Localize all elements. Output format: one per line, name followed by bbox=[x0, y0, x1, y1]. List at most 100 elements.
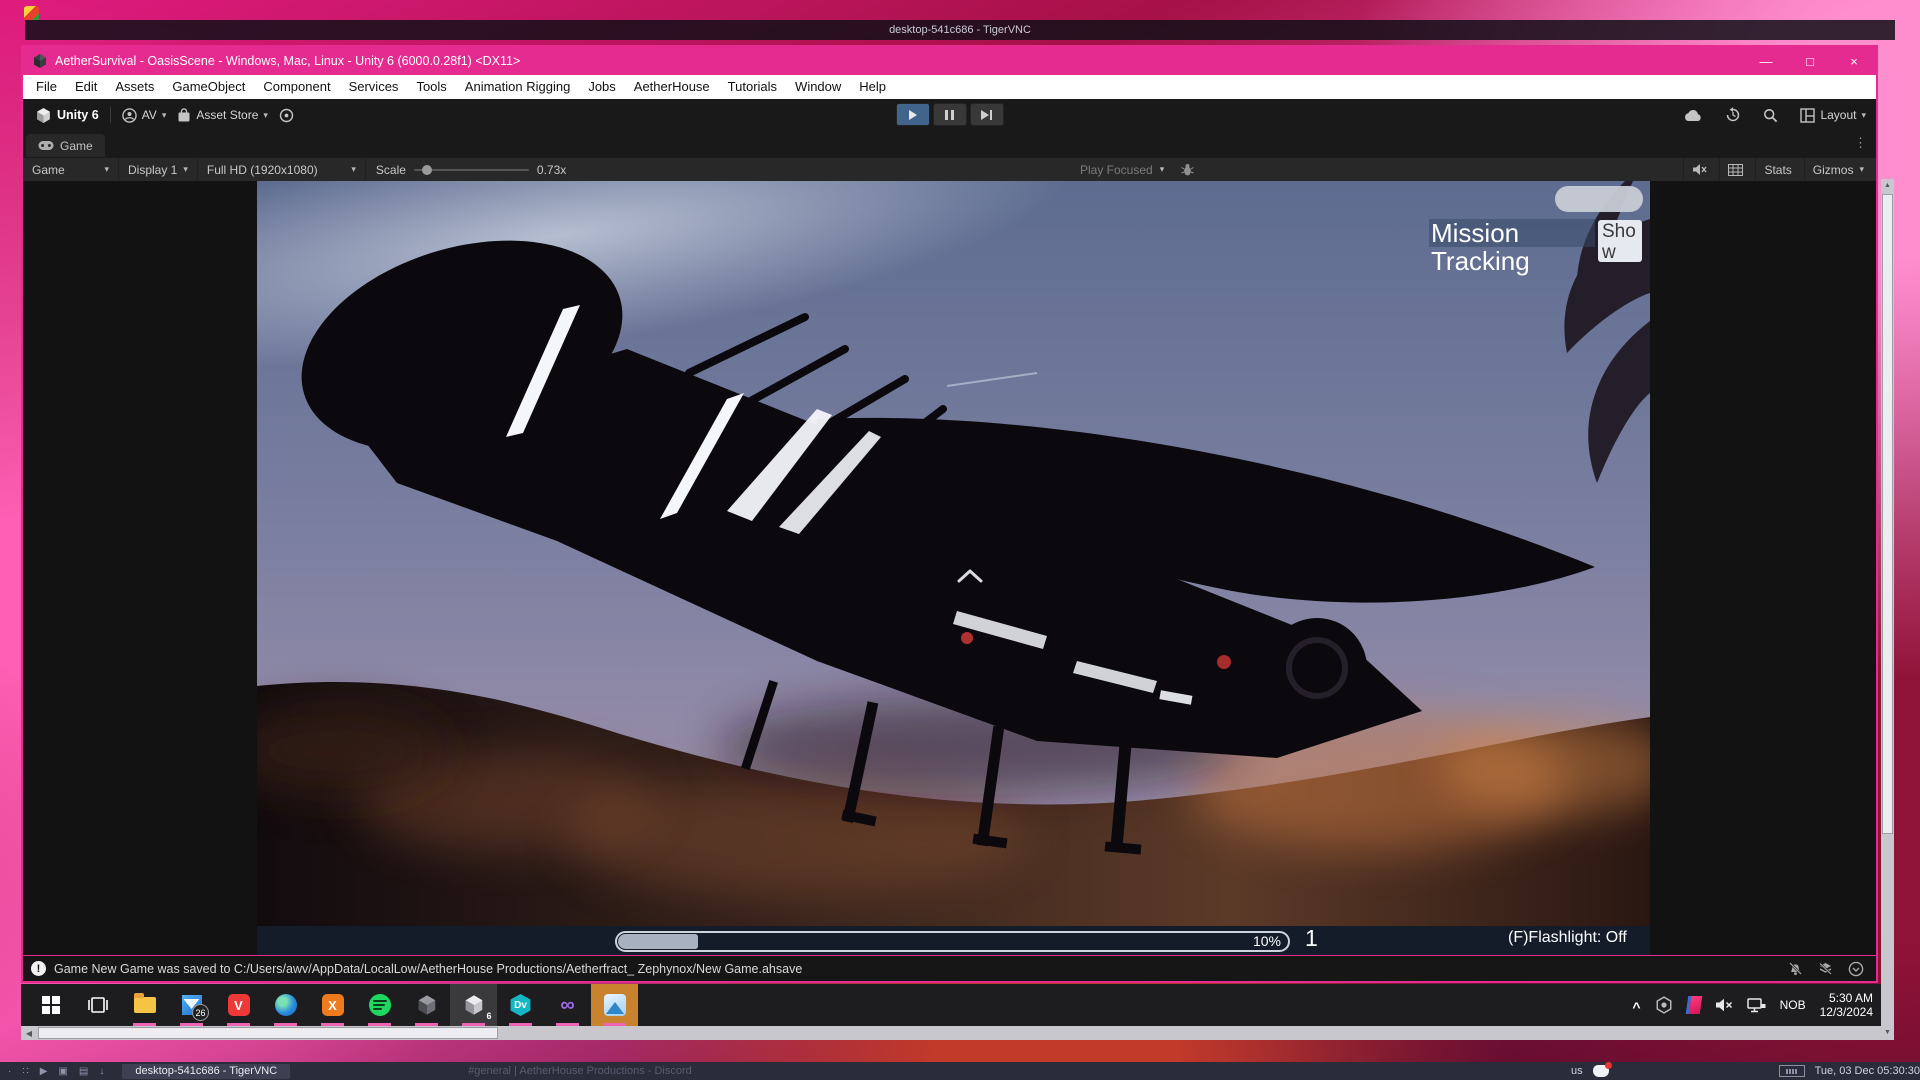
scroll-left-icon[interactable]: ◀ bbox=[21, 1029, 37, 1038]
start-button[interactable] bbox=[27, 984, 74, 1026]
menu-edit[interactable]: Edit bbox=[66, 75, 106, 99]
tab-overflow-menu[interactable]: ⋮ bbox=[1854, 135, 1867, 151]
menu-tools[interactable]: Tools bbox=[407, 75, 455, 99]
task-view-button[interactable] bbox=[74, 984, 121, 1026]
history-icon[interactable] bbox=[1725, 107, 1741, 123]
vertical-scrollbar[interactable]: ▲ ▼ bbox=[1881, 179, 1894, 1040]
panel-task-tigervnc[interactable]: desktop-541c686 - TigerVNC bbox=[122, 1064, 290, 1079]
unity-hub-icon bbox=[416, 994, 438, 1016]
horizontal-scrollbar-thumb[interactable] bbox=[38, 1027, 498, 1039]
mail-unread-badge: 26 bbox=[192, 1004, 209, 1021]
scale-slider[interactable] bbox=[414, 169, 529, 171]
panel-icon-3[interactable]: ▶ bbox=[40, 1066, 48, 1077]
taskbar-edge[interactable] bbox=[262, 984, 309, 1026]
panel-language[interactable]: us bbox=[1571, 1065, 1583, 1077]
resolution-dropdown[interactable]: Full HD (1920x1080) ▾ bbox=[198, 158, 366, 181]
cache-layers-icon[interactable] bbox=[1818, 961, 1833, 976]
minimize-button[interactable]: — bbox=[1744, 47, 1788, 75]
panel-task-discord[interactable]: #general | AetherHouse Productions - Dis… bbox=[468, 1065, 692, 1077]
console-message-icon[interactable]: ! bbox=[31, 961, 46, 976]
taskbar-mail[interactable]: 26 bbox=[168, 984, 215, 1026]
status-message[interactable]: Game New Game was saved to C:/Users/awv/… bbox=[54, 962, 802, 976]
menu-jobs[interactable]: Jobs bbox=[579, 75, 624, 99]
status-circle-icon[interactable] bbox=[279, 108, 294, 123]
tray-clock[interactable]: 5:30 AM 12/3/2024 bbox=[1820, 991, 1873, 1019]
menu-assets[interactable]: Assets bbox=[106, 75, 163, 99]
mute-audio-button[interactable] bbox=[1683, 158, 1715, 181]
panel-icon-1[interactable]: · bbox=[8, 1066, 11, 1077]
tray-volume-muted-icon[interactable] bbox=[1715, 998, 1733, 1012]
taskbar-devops[interactable]: Dv bbox=[497, 984, 544, 1026]
unity-window: AetherSurvival - OasisScene - Windows, M… bbox=[21, 45, 1878, 983]
desktop: desktop-541c686 - TigerVNC AetherSurviva… bbox=[0, 0, 1920, 1080]
menu-aetherhouse[interactable]: AetherHouse bbox=[625, 75, 719, 99]
panel-icon-2[interactable]: ∷ bbox=[22, 1066, 28, 1077]
taskbar-file-explorer[interactable] bbox=[121, 984, 168, 1026]
hud-counter: 1 bbox=[1305, 925, 1318, 952]
account-dropdown[interactable]: AV ▾ bbox=[122, 108, 167, 123]
menu-component[interactable]: Component bbox=[254, 75, 339, 99]
taskbar-unity-hub[interactable] bbox=[403, 984, 450, 1026]
panel-icon-4[interactable]: ▣ bbox=[58, 1066, 67, 1077]
vnc-title-strip: desktop-541c686 - TigerVNC bbox=[25, 20, 1895, 40]
windows-logo-icon bbox=[42, 996, 60, 1014]
asset-store-button[interactable]: Asset Store ▾ bbox=[177, 108, 268, 123]
taskbar-xampp[interactable]: X bbox=[309, 984, 356, 1026]
panel-clock[interactable]: Tue, 03 Dec 05:30:30 bbox=[1815, 1065, 1920, 1077]
spotify-icon bbox=[369, 994, 391, 1016]
play-button[interactable] bbox=[896, 103, 930, 126]
bug-icon[interactable] bbox=[1181, 163, 1194, 177]
tray-expand-button[interactable]: ^ bbox=[1632, 999, 1640, 1015]
visual-studio-icon: ∞ bbox=[560, 995, 574, 1015]
main-toolbar: Unity 6 AV ▾ Asset Store ▾ bbox=[23, 99, 1876, 131]
maximize-button[interactable]: □ bbox=[1788, 47, 1832, 75]
menu-help[interactable]: Help bbox=[850, 75, 895, 99]
taskbar-unity-editor[interactable]: 6 bbox=[450, 984, 497, 1026]
game-render[interactable]: Mission Tracking Show 10% 1 (F)Flashligh… bbox=[257, 181, 1650, 955]
activity-progress-icon[interactable] bbox=[1848, 961, 1864, 977]
play-focused-dropdown[interactable]: Play Focused ▾ bbox=[1080, 163, 1194, 177]
grid-toggle-button[interactable] bbox=[1719, 158, 1751, 181]
menu-file[interactable]: File bbox=[27, 75, 66, 99]
menu-gameobject[interactable]: GameObject bbox=[163, 75, 254, 99]
menu-window[interactable]: Window bbox=[786, 75, 850, 99]
menu-services[interactable]: Services bbox=[340, 75, 408, 99]
game-view-toolbar: Game ▾ Display 1 ▾ Full HD (1920x1080) ▾… bbox=[23, 157, 1876, 181]
menu-animation-rigging[interactable]: Animation Rigging bbox=[456, 75, 580, 99]
pause-button[interactable] bbox=[933, 103, 967, 126]
vertical-scrollbar-thumb[interactable] bbox=[1882, 194, 1893, 834]
layout-dropdown[interactable]: Layout ▾ bbox=[1800, 108, 1866, 123]
step-button[interactable] bbox=[970, 103, 1004, 126]
taskbar-visual-studio[interactable]: ∞ bbox=[544, 984, 591, 1026]
flashlight-status: (F)Flashlight: Off bbox=[1508, 929, 1627, 947]
chevron-down-icon: ▾ bbox=[104, 164, 109, 175]
scroll-down-icon[interactable]: ▼ bbox=[1881, 1026, 1894, 1040]
tray-pink-app-icon[interactable] bbox=[1685, 996, 1702, 1014]
stats-toggle[interactable]: Stats bbox=[1755, 158, 1799, 181]
mission-show-button[interactable]: Show bbox=[1598, 220, 1642, 262]
tray-unity-hub-icon[interactable] bbox=[1655, 996, 1673, 1014]
scale-slider-knob[interactable] bbox=[422, 165, 432, 175]
panel-tray-indicator[interactable] bbox=[1779, 1065, 1805, 1077]
notifications-muted-icon[interactable] bbox=[1788, 961, 1803, 976]
discord-tray-icon[interactable] bbox=[1593, 1065, 1609, 1077]
scroll-up-icon[interactable]: ▲ bbox=[1881, 179, 1894, 193]
game-view-mode-dropdown[interactable]: Game ▾ bbox=[23, 158, 119, 181]
taskbar-vivaldi[interactable]: V bbox=[215, 984, 262, 1026]
devops-icon: Dv bbox=[510, 994, 532, 1016]
tray-language[interactable]: NOB bbox=[1780, 998, 1806, 1012]
display-dropdown[interactable]: Display 1 ▾ bbox=[119, 158, 198, 181]
cloud-icon[interactable] bbox=[1683, 108, 1703, 122]
chevron-down-icon: ▾ bbox=[162, 110, 167, 121]
tab-game[interactable]: Game bbox=[26, 134, 105, 157]
taskbar-active-app[interactable] bbox=[591, 984, 638, 1026]
menu-tutorials[interactable]: Tutorials bbox=[719, 75, 786, 99]
tray-network-icon[interactable] bbox=[1747, 998, 1766, 1013]
gizmos-dropdown[interactable]: Gizmos ▾ bbox=[1804, 158, 1872, 181]
taskbar-spotify[interactable] bbox=[356, 984, 403, 1026]
search-icon[interactable] bbox=[1763, 108, 1778, 123]
panel-icon-6[interactable]: ↓ bbox=[99, 1066, 104, 1077]
panel-icon-5[interactable]: ▤ bbox=[79, 1066, 88, 1077]
mission-tracking-label: Mission Tracking bbox=[1431, 219, 1599, 275]
close-button[interactable]: × bbox=[1832, 47, 1876, 75]
